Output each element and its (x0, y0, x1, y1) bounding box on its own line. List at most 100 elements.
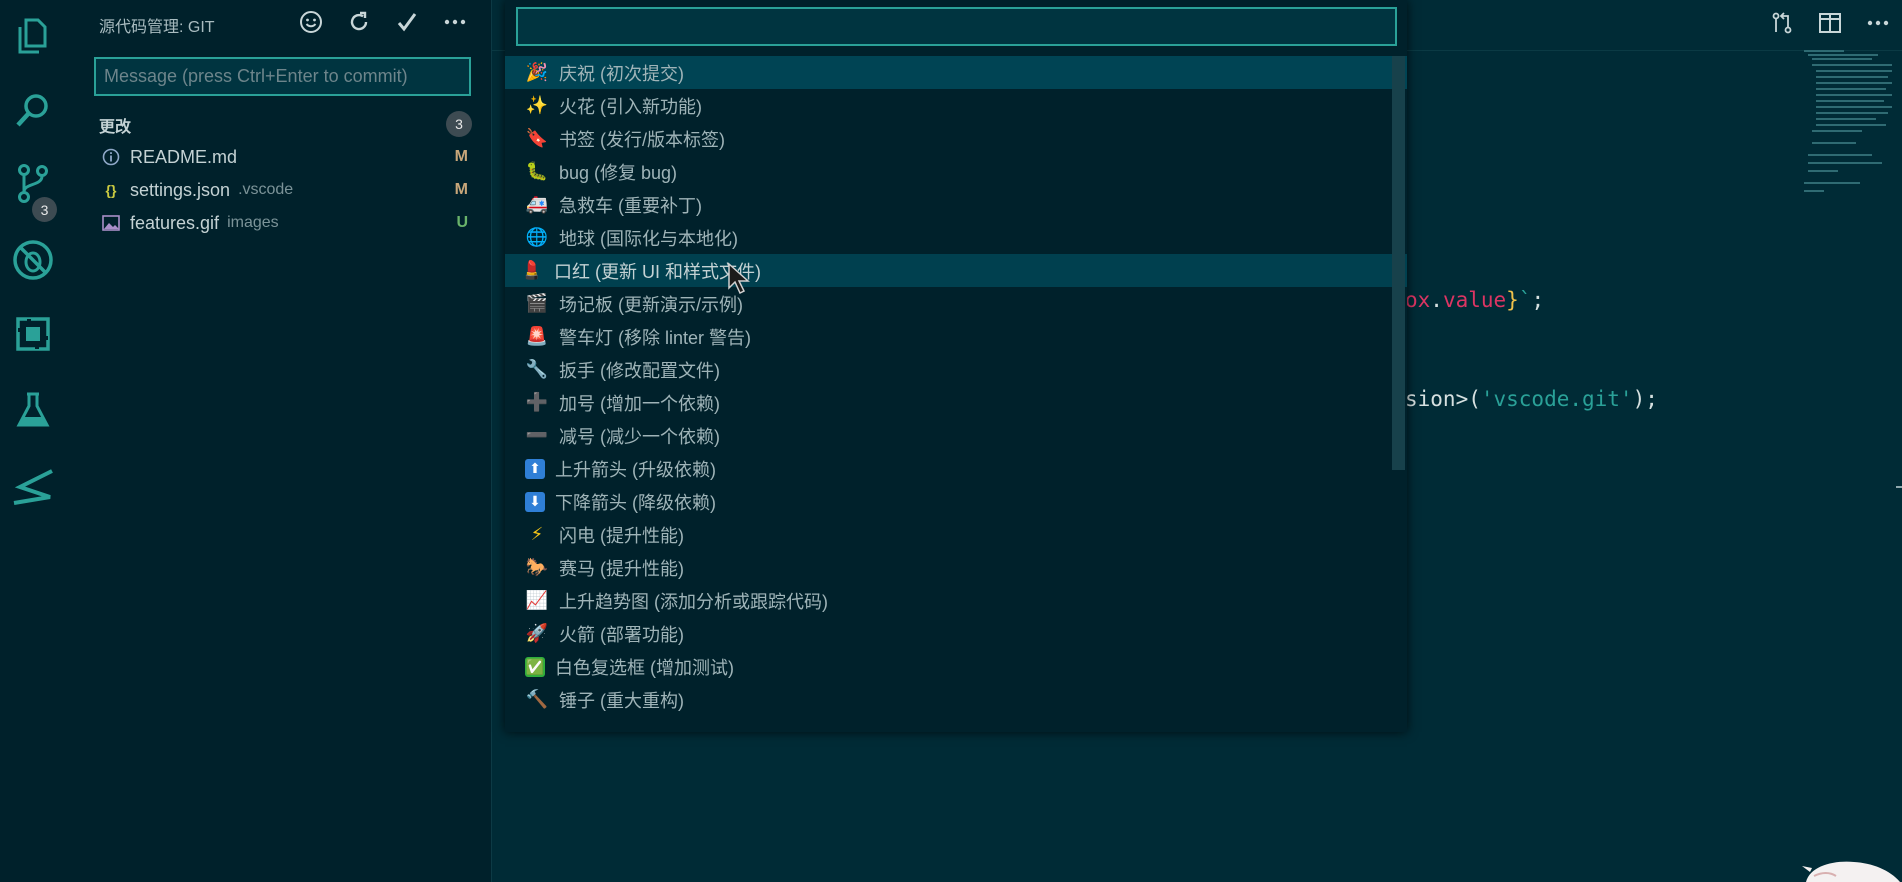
wrench-icon: 🔧 (525, 359, 549, 380)
smiley-icon[interactable] (297, 8, 325, 36)
gitmoji-quick-pick: 🎉 庆祝 (初次提交) ✨ 火花 (引入新功能) 🔖 书签 (发行/版本标签) 🐛 bu… (505, 0, 1407, 732)
chart-increasing-icon: 📈 (525, 590, 549, 611)
open-changes-icon[interactable] (1758, 0, 1806, 46)
search-icon[interactable] (0, 80, 66, 140)
gitmoji-item[interactable]: 🚨 警车灯 (移除 linter 警告) (505, 320, 1407, 353)
gitmoji-label: 锤子 (重大重构) (559, 690, 684, 711)
gitlens-icon[interactable] (0, 455, 66, 515)
gitmoji-label: 白色复选框 (增加测试) (555, 657, 734, 678)
gitmoji-item[interactable]: 🐎 赛马 (提升性能) (505, 551, 1407, 584)
file-status: M (454, 148, 468, 165)
gitmoji-label: 地球 (国际化与本地化) (559, 228, 738, 249)
cat-mascot-image (1796, 858, 1902, 882)
scm-badge: 3 (32, 197, 57, 222)
mouse-cursor-icon (727, 262, 751, 301)
gitmoji-label: 书签 (发行/版本标签) (559, 129, 725, 150)
split-editor-icon[interactable] (1806, 0, 1854, 46)
gitmoji-label: 场记板 (更新演示/示例) (559, 294, 743, 315)
gitmoji-label: 赛马 (提升性能) (559, 558, 684, 579)
source-control-icon[interactable]: 3 (0, 153, 66, 222)
code-line: ox.value}`; (1405, 288, 1545, 312)
gitmoji-item[interactable]: ✅ 白色复选框 (增加测试) (505, 650, 1407, 683)
gitmoji-label: 上升趋势图 (添加分析或跟踪代码) (559, 591, 828, 612)
code-line: sion>('vscode.git'); (1405, 387, 1658, 411)
globe-icon: 🌐 (525, 227, 549, 248)
gitmoji-item[interactable]: ⬇ 下降箭头 (降级依赖) (505, 485, 1407, 518)
quick-pick-input[interactable] (516, 7, 1397, 46)
sparkles-icon: ✨ (525, 95, 549, 116)
gitmoji-label: 急救车 (重要补丁) (559, 195, 702, 216)
extensions-icon[interactable] (0, 304, 66, 364)
file-name: features.gif (130, 212, 220, 233)
gitmoji-item[interactable]: 🌐 地球 (国际化与本地化) (505, 221, 1407, 254)
gitmoji-label: 庆祝 (初次提交) (559, 63, 684, 84)
file-status: M (454, 181, 468, 198)
rotating-light-icon: 🚨 (525, 326, 549, 347)
gitmoji-item[interactable]: 🎉 庆祝 (初次提交) (505, 56, 1407, 89)
refresh-icon[interactable] (345, 8, 373, 36)
check-icon[interactable] (393, 8, 421, 36)
check-box-icon: ✅ (525, 656, 545, 677)
sidebar-actions (297, 8, 469, 36)
debug-icon[interactable] (0, 230, 66, 290)
source-control-sidebar: 源代码管理: GIT 更改 3 README.md M {} settings.… (66, 0, 492, 882)
gitmoji-item[interactable]: 💄 口红 (更新 UI 和样式文件) (505, 254, 1407, 287)
gitmoji-label: bug (修复 bug) (559, 162, 678, 183)
minimap[interactable] (1804, 50, 1894, 200)
quick-pick-list: 🎉 庆祝 (初次提交) ✨ 火花 (引入新功能) 🔖 书签 (发行/版本标签) 🐛 bu… (505, 56, 1407, 722)
image-icon (102, 214, 120, 232)
gitmoji-label: 警车灯 (移除 linter 警告) (559, 327, 752, 348)
gitmoji-item[interactable]: 🚀 火箭 (部署功能) (505, 617, 1407, 650)
plus-icon: ➕ (525, 392, 549, 413)
arrow-down-icon: ⬇ (525, 491, 545, 512)
gitmoji-label: 上升箭头 (升级依赖) (555, 459, 716, 480)
hammer-icon: 🔨 (525, 689, 549, 710)
gitmoji-item[interactable]: 📈 上升趋势图 (添加分析或跟踪代码) (505, 584, 1407, 617)
testing-icon[interactable] (0, 380, 66, 440)
minus-icon: ➖ (525, 425, 549, 446)
file-name: README.md (130, 146, 238, 167)
gitmoji-label: 加号 (增加一个依赖) (559, 393, 720, 414)
activity-bar: 3 (0, 0, 66, 882)
sidebar-title: 源代码管理: GIT (99, 19, 215, 36)
gitmoji-item[interactable]: ➕ 加号 (增加一个依赖) (505, 386, 1407, 419)
gitmoji-label: 火箭 (部署功能) (559, 624, 684, 645)
changes-section-label[interactable]: 更改 (99, 113, 131, 137)
explorer-icon[interactable] (0, 6, 66, 66)
editor-actions (1758, 0, 1902, 46)
editor-more-icon[interactable] (1854, 0, 1902, 46)
quick-pick-scrollbar[interactable] (1392, 56, 1405, 470)
lipstick-icon: 💄 (520, 260, 544, 281)
file-status: U (456, 214, 468, 231)
clapper-icon: 🎬 (525, 293, 549, 314)
gitmoji-item[interactable]: ➖ 减号 (减少一个依赖) (505, 419, 1407, 452)
gitmoji-item[interactable]: 🔧 扳手 (修改配置文件) (505, 353, 1407, 386)
gitmoji-item[interactable]: 🐛 bug (修复 bug) (505, 155, 1407, 188)
ambulance-icon: 🚑 (525, 194, 549, 215)
commit-message-input[interactable] (94, 57, 471, 96)
gitmoji-item[interactable]: 🔨 锤子 (重大重构) (505, 683, 1407, 716)
file-dir: images (227, 214, 279, 231)
file-dir: .vscode (238, 181, 294, 198)
file-name: settings.json (130, 179, 231, 200)
party-popper-icon: 🎉 (525, 62, 549, 83)
changed-file-row[interactable]: {} settings.json .vscode M (94, 175, 479, 205)
more-icon[interactable] (441, 8, 469, 36)
scroll-marker (1896, 486, 1902, 488)
gitmoji-label: 减号 (减少一个依赖) (559, 426, 720, 447)
changes-count-badge: 3 (446, 111, 472, 137)
gitmoji-item[interactable]: ⬆ 上升箭头 (升级依赖) (505, 452, 1407, 485)
rocket-icon: 🚀 (525, 623, 549, 644)
gitmoji-item[interactable]: 🔖 书签 (发行/版本标签) (505, 122, 1407, 155)
gitmoji-label: 扳手 (修改配置文件) (559, 360, 720, 381)
gitmoji-item[interactable]: ⚡ 闪电 (提升性能) (505, 518, 1407, 551)
json-icon: {} (105, 182, 117, 198)
gitmoji-item[interactable]: 🎬 场记板 (更新演示/示例) (505, 287, 1407, 320)
zap-icon: ⚡ (530, 524, 544, 545)
arrow-up-icon: ⬆ (525, 458, 545, 479)
gitmoji-label: 闪电 (提升性能) (559, 525, 684, 546)
changed-file-row[interactable]: features.gif images U (94, 208, 479, 238)
gitmoji-item[interactable]: 🚑 急救车 (重要补丁) (505, 188, 1407, 221)
gitmoji-item[interactable]: ✨ 火花 (引入新功能) (505, 89, 1407, 122)
changed-file-row[interactable]: README.md M (94, 142, 479, 172)
